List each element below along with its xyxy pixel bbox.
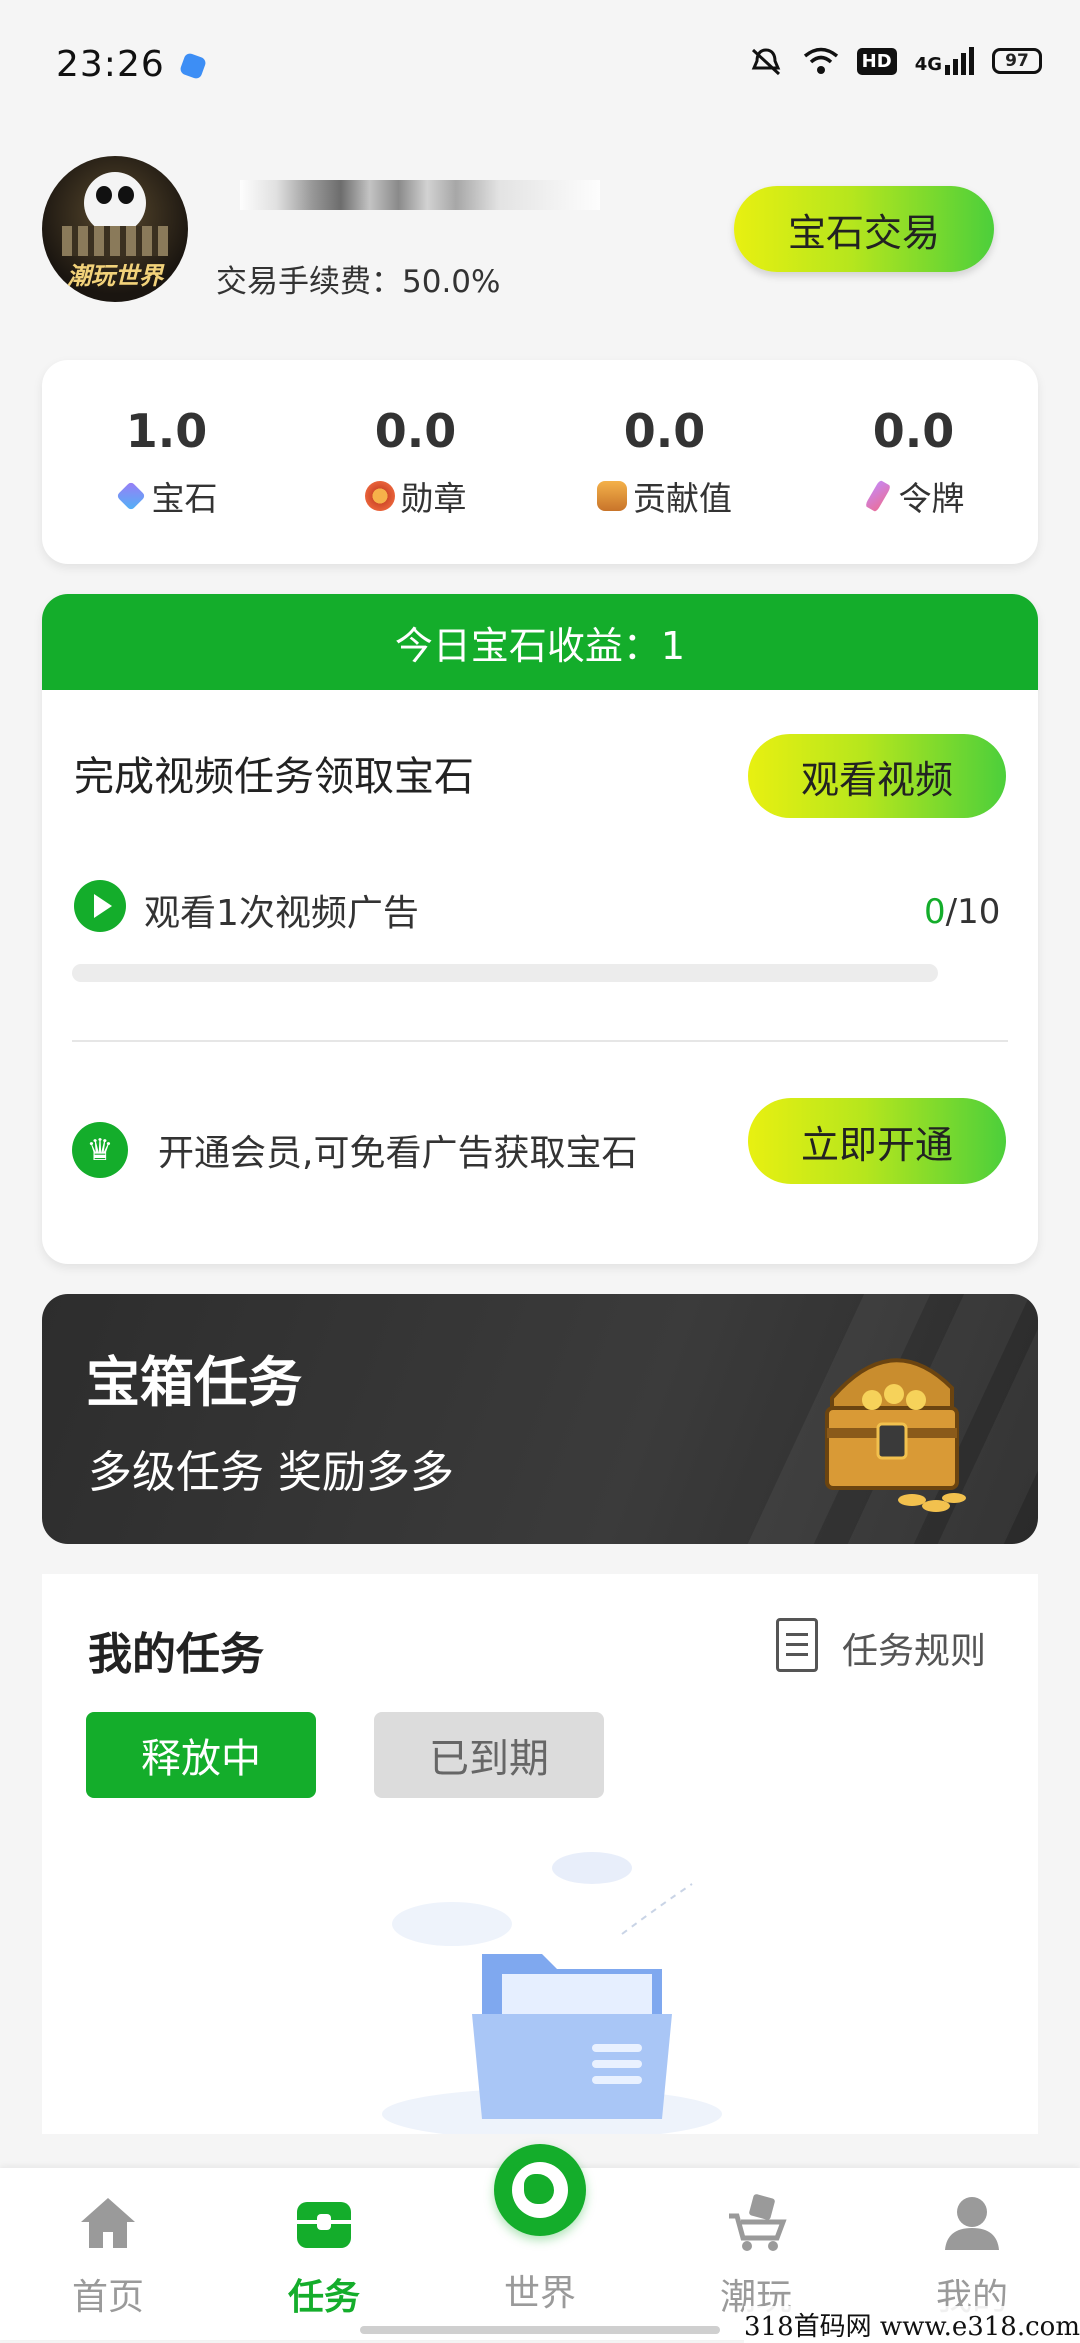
stats-card: 1.0 宝石 0.0 勋章 0.0 贡献值 0.0 令牌 xyxy=(42,360,1038,564)
globe-icon[interactable] xyxy=(494,2144,586,2236)
nav-label: 首页 xyxy=(71,2277,144,2318)
chest-task-title: 宝箱任务 xyxy=(86,1351,302,1414)
stat-value: 1.0 xyxy=(125,404,208,458)
progress-count: 0/10 xyxy=(924,892,1000,932)
cart-icon xyxy=(729,2194,787,2251)
token-icon xyxy=(864,479,891,513)
home-indicator[interactable] xyxy=(360,2326,720,2334)
medal-icon xyxy=(364,481,395,511)
stat-value: 0.0 xyxy=(872,404,955,458)
hd-badge: HD xyxy=(856,47,897,75)
stat-label: 贡献值 xyxy=(633,479,732,518)
task-icon xyxy=(297,2202,351,2248)
ad-task-label: 观看1次视频广告 xyxy=(144,893,419,934)
crown-icon: ♛ xyxy=(72,1122,128,1178)
watch-video-button[interactable]: 观看视频 xyxy=(748,734,1006,818)
stat-label: 宝石 xyxy=(151,479,218,518)
home-icon xyxy=(81,2198,135,2248)
signal-icon: 4G xyxy=(915,47,974,75)
nav-label: 世界 xyxy=(503,2273,576,2314)
nav-label: 任务 xyxy=(287,2277,360,2318)
gem-icon xyxy=(115,481,146,511)
stat-value: 0.0 xyxy=(374,404,457,458)
watermark-text: 318首码网 www.e318.com xyxy=(744,2306,1080,2343)
progress-bar xyxy=(72,964,938,982)
stat-contribution[interactable]: 0.0 贡献值 xyxy=(540,404,789,520)
nav-me[interactable]: 我的 xyxy=(892,2192,1052,2320)
nav-home[interactable]: 首页 xyxy=(28,2192,188,2320)
play-icon xyxy=(74,880,126,932)
video-task-card: 今日宝石收益：1 完成视频任务领取宝石 观看视频 观看1次视频广告 0/10 ♛… xyxy=(42,594,1038,1264)
wifi-icon xyxy=(803,47,838,74)
progress-done: 0 xyxy=(924,892,946,932)
chest-task-subtitle: 多级任务 奖励多多 xyxy=(88,1447,454,1498)
avatar[interactable]: 潮玩世界 xyxy=(42,156,188,302)
nav-task[interactable]: 任务 xyxy=(244,2192,404,2320)
tab-releasing[interactable]: 释放中 xyxy=(86,1712,316,1798)
tab-expired[interactable]: 已到期 xyxy=(374,1712,604,1798)
nav-trend[interactable]: 潮玩 xyxy=(676,2192,836,2320)
empty-folder-illustration xyxy=(382,1852,722,2134)
gem-trade-button[interactable]: 宝石交易 xyxy=(734,186,994,272)
stat-token[interactable]: 0.0 令牌 xyxy=(789,404,1038,520)
treasure-chest-icon xyxy=(825,1358,966,1512)
today-gem-income: 今日宝石收益：1 xyxy=(42,594,1038,690)
stat-value: 0.0 xyxy=(623,404,706,458)
divider xyxy=(72,1040,1008,1042)
person-icon xyxy=(945,2197,999,2250)
panda-icon xyxy=(84,172,146,234)
my-tasks-title: 我的任务 xyxy=(88,1629,264,1680)
battery-icon: 97 xyxy=(992,48,1042,74)
my-tasks-section: 我的任务 任务规则 释放中 已到期 xyxy=(42,1574,1038,2134)
trade-fee-text: 交易手续费：50.0% xyxy=(216,264,501,300)
mute-icon xyxy=(751,48,780,76)
vip-promo-text: 开通会员,可免看广告获取宝石 xyxy=(158,1133,638,1174)
video-task-title: 完成视频任务领取宝石 xyxy=(74,754,474,800)
masked-username xyxy=(240,180,600,210)
progress-total: /10 xyxy=(945,892,1001,932)
app-notification-icon xyxy=(178,51,208,81)
status-time: 23:26 xyxy=(56,44,165,85)
contribution-icon xyxy=(597,481,627,511)
stat-medal[interactable]: 0.0 勋章 xyxy=(291,404,540,520)
status-icons: HD 4G 97 xyxy=(747,46,1042,76)
status-bar: 23:26 HD 4G 97 xyxy=(0,0,1080,130)
stat-label: 令牌 xyxy=(898,479,965,518)
chest-task-banner[interactable]: 宝箱任务 多级任务 奖励多多 xyxy=(42,1294,1038,1544)
document-icon[interactable] xyxy=(776,1618,818,1672)
network-type: 4G xyxy=(914,54,942,75)
open-vip-button[interactable]: 立即开通 xyxy=(748,1098,1006,1184)
stat-gem[interactable]: 1.0 宝石 xyxy=(42,404,291,520)
avatar-logo: 潮玩世界 xyxy=(67,262,163,290)
task-rules-link[interactable]: 任务规则 xyxy=(842,1622,986,1674)
stat-label: 勋章 xyxy=(400,479,467,518)
